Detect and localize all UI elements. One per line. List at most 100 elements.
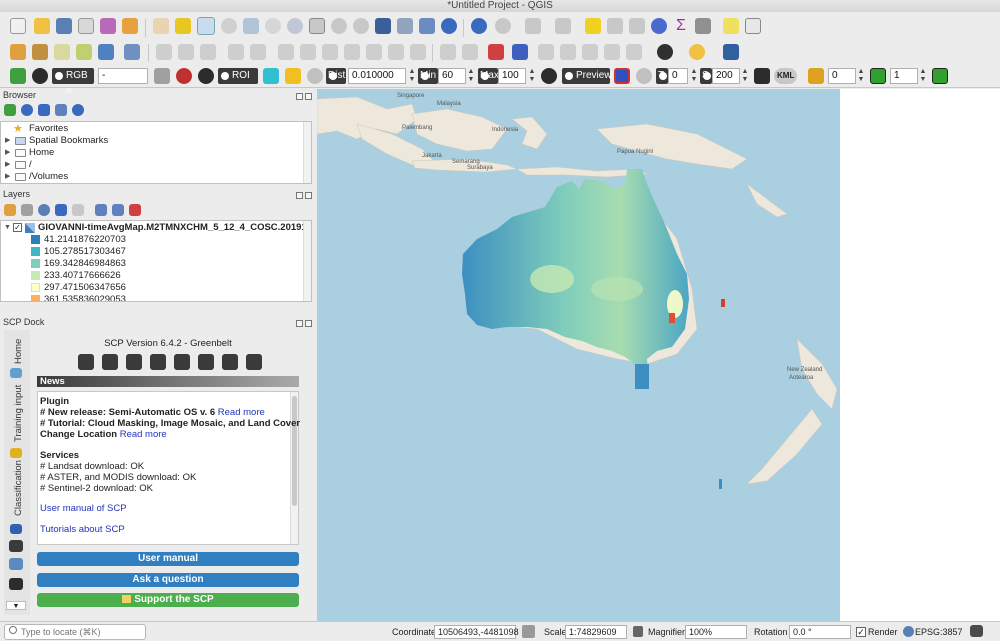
band-set-tool-icon[interactable] xyxy=(78,354,94,370)
browser-scrollbar[interactable] xyxy=(303,122,311,183)
statistics-sigma-icon[interactable]: Σ xyxy=(673,18,689,34)
s-input[interactable]: 200 xyxy=(712,68,740,84)
modify-attributes-icon[interactable] xyxy=(278,44,294,60)
news-item-2-link[interactable]: Read more xyxy=(120,429,167,440)
layer-styling-icon[interactable] xyxy=(4,204,16,216)
render-checkbox[interactable]: ✓ xyxy=(856,627,866,637)
redo-roi-icon[interactable] xyxy=(307,68,323,84)
zoom-native-icon[interactable] xyxy=(309,18,325,34)
layers-panel-buttons[interactable] xyxy=(294,190,312,199)
preview-icon[interactable] xyxy=(614,68,630,84)
user-manual-link[interactable]: User manual of SCP xyxy=(40,503,127,514)
settings-tool-icon[interactable] xyxy=(246,354,262,370)
add-vector-icon[interactable] xyxy=(54,44,70,60)
add-delimited-icon[interactable] xyxy=(98,44,114,60)
s-spinner[interactable]: ▲ ▼ xyxy=(740,68,750,84)
actions-icon[interactable] xyxy=(495,18,511,34)
download-tool-icon[interactable] xyxy=(126,354,142,370)
zoom-selection-icon[interactable] xyxy=(265,18,281,34)
collapse-arrow-icon[interactable]: ▼ xyxy=(4,222,11,234)
python-icon[interactable] xyxy=(689,44,705,60)
paste-icon[interactable] xyxy=(366,44,382,60)
lock-scale-icon[interactable] xyxy=(633,626,643,637)
new-print-layout-icon[interactable] xyxy=(78,18,94,34)
collapse-layers-icon[interactable] xyxy=(112,204,124,216)
open-project-icon[interactable] xyxy=(34,18,50,34)
max-input[interactable]: 100 xyxy=(498,68,526,84)
news-scroll-thumb[interactable] xyxy=(292,396,297,506)
change-label-icon[interactable] xyxy=(626,44,642,60)
download-tab-icon[interactable] xyxy=(9,578,23,590)
database-icon[interactable] xyxy=(754,68,770,84)
step-input[interactable]: 1 xyxy=(890,68,918,84)
rotation-input[interactable]: 0.0 ° xyxy=(789,625,851,639)
tutorials-link[interactable]: Tutorials about SCP xyxy=(40,524,125,535)
zoom-in-icon[interactable] xyxy=(197,17,215,35)
copy-icon[interactable] xyxy=(344,44,360,60)
zoom-roi-icon[interactable] xyxy=(198,68,214,84)
band-stack-icon[interactable] xyxy=(9,540,23,552)
expand-arrow-icon[interactable]: ▶ xyxy=(5,135,10,147)
layer-visibility-checkbox[interactable]: ✓ xyxy=(13,223,22,232)
refresh-browser-icon[interactable] xyxy=(21,104,33,116)
max-spinner[interactable]: ▲ ▼ xyxy=(527,68,537,84)
toggle-edit-icon[interactable] xyxy=(178,44,194,60)
label-style-icon[interactable] xyxy=(462,44,478,60)
vertex-tool-icon[interactable] xyxy=(250,44,266,60)
raster-layer-row[interactable]: ▼ ✓ GIOVANNI-timeAvgMap.M2TMNXCHM_5_12_4… xyxy=(1,222,307,234)
run-step-icon[interactable] xyxy=(932,68,948,84)
add-feature-icon[interactable] xyxy=(228,44,244,60)
t-spinner[interactable]: ▲ ▼ xyxy=(689,68,699,84)
scp-home-icon[interactable] xyxy=(10,68,26,84)
basic-tools-icon[interactable] xyxy=(102,354,118,370)
save-edits-icon[interactable] xyxy=(200,44,216,60)
undo-icon[interactable] xyxy=(388,44,404,60)
properties-info-icon[interactable] xyxy=(72,104,84,116)
remove-layer-icon[interactable] xyxy=(129,204,141,216)
tabs-scroll-icon[interactable]: ▼ xyxy=(6,601,26,610)
scale-input[interactable]: 1:74829609 xyxy=(565,625,627,639)
data-source-manager-icon[interactable] xyxy=(10,44,26,60)
zoom-input-icon[interactable] xyxy=(32,68,48,84)
preprocessing-icon[interactable] xyxy=(150,354,166,370)
news-item-1-link[interactable]: Read more xyxy=(218,407,265,418)
new-layer-icon[interactable] xyxy=(32,44,48,60)
locator-box[interactable] xyxy=(4,624,146,640)
toolbox-gear-icon[interactable] xyxy=(651,18,667,34)
cut-icon[interactable] xyxy=(322,44,338,60)
step-spinner[interactable]: ▲ ▼ xyxy=(918,68,928,84)
redo-icon[interactable] xyxy=(410,44,426,60)
rgb-select[interactable]: - xyxy=(98,68,148,84)
zoom-out-icon[interactable] xyxy=(221,18,237,34)
show-labels-icon[interactable] xyxy=(560,44,576,60)
expand-arrow-icon[interactable]: ▶ xyxy=(5,171,10,183)
style-manager-icon[interactable] xyxy=(122,18,138,34)
add-raster-icon[interactable] xyxy=(76,44,92,60)
band-processing-icon[interactable] xyxy=(174,354,190,370)
filter-browser-icon[interactable] xyxy=(38,104,50,116)
add-roi-icon[interactable] xyxy=(285,68,301,84)
calculator-icon[interactable] xyxy=(808,68,824,84)
zoom-next-icon[interactable] xyxy=(353,18,369,34)
new-map-view-icon[interactable] xyxy=(375,18,391,34)
layers-scrollbar[interactable] xyxy=(303,221,311,301)
label-icon[interactable] xyxy=(440,44,456,60)
rotate-label-icon[interactable] xyxy=(604,44,620,60)
postprocessing-icon[interactable] xyxy=(198,354,214,370)
zoom-full-icon[interactable] xyxy=(243,18,259,34)
zoom-layer-icon[interactable] xyxy=(287,18,303,34)
new-project-icon[interactable] xyxy=(10,18,26,34)
delete-selected-icon[interactable] xyxy=(300,44,316,60)
pan-hand-icon[interactable] xyxy=(153,18,169,34)
browser-panel-buttons[interactable] xyxy=(294,91,312,100)
scp-panel-buttons[interactable] xyxy=(294,318,312,327)
filter-legend-icon[interactable] xyxy=(55,204,67,216)
tab-classification[interactable]: Classification xyxy=(13,460,24,516)
diagram-icon[interactable] xyxy=(512,44,528,60)
t-input[interactable]: 0 xyxy=(668,68,688,84)
crs-label[interactable]: EPSG:3857 xyxy=(915,625,963,639)
annotation-icon[interactable] xyxy=(723,18,739,34)
pin-labels-icon[interactable] xyxy=(538,44,554,60)
user-manual-button[interactable]: User manual xyxy=(37,552,299,566)
band-set-icon[interactable] xyxy=(154,68,170,84)
